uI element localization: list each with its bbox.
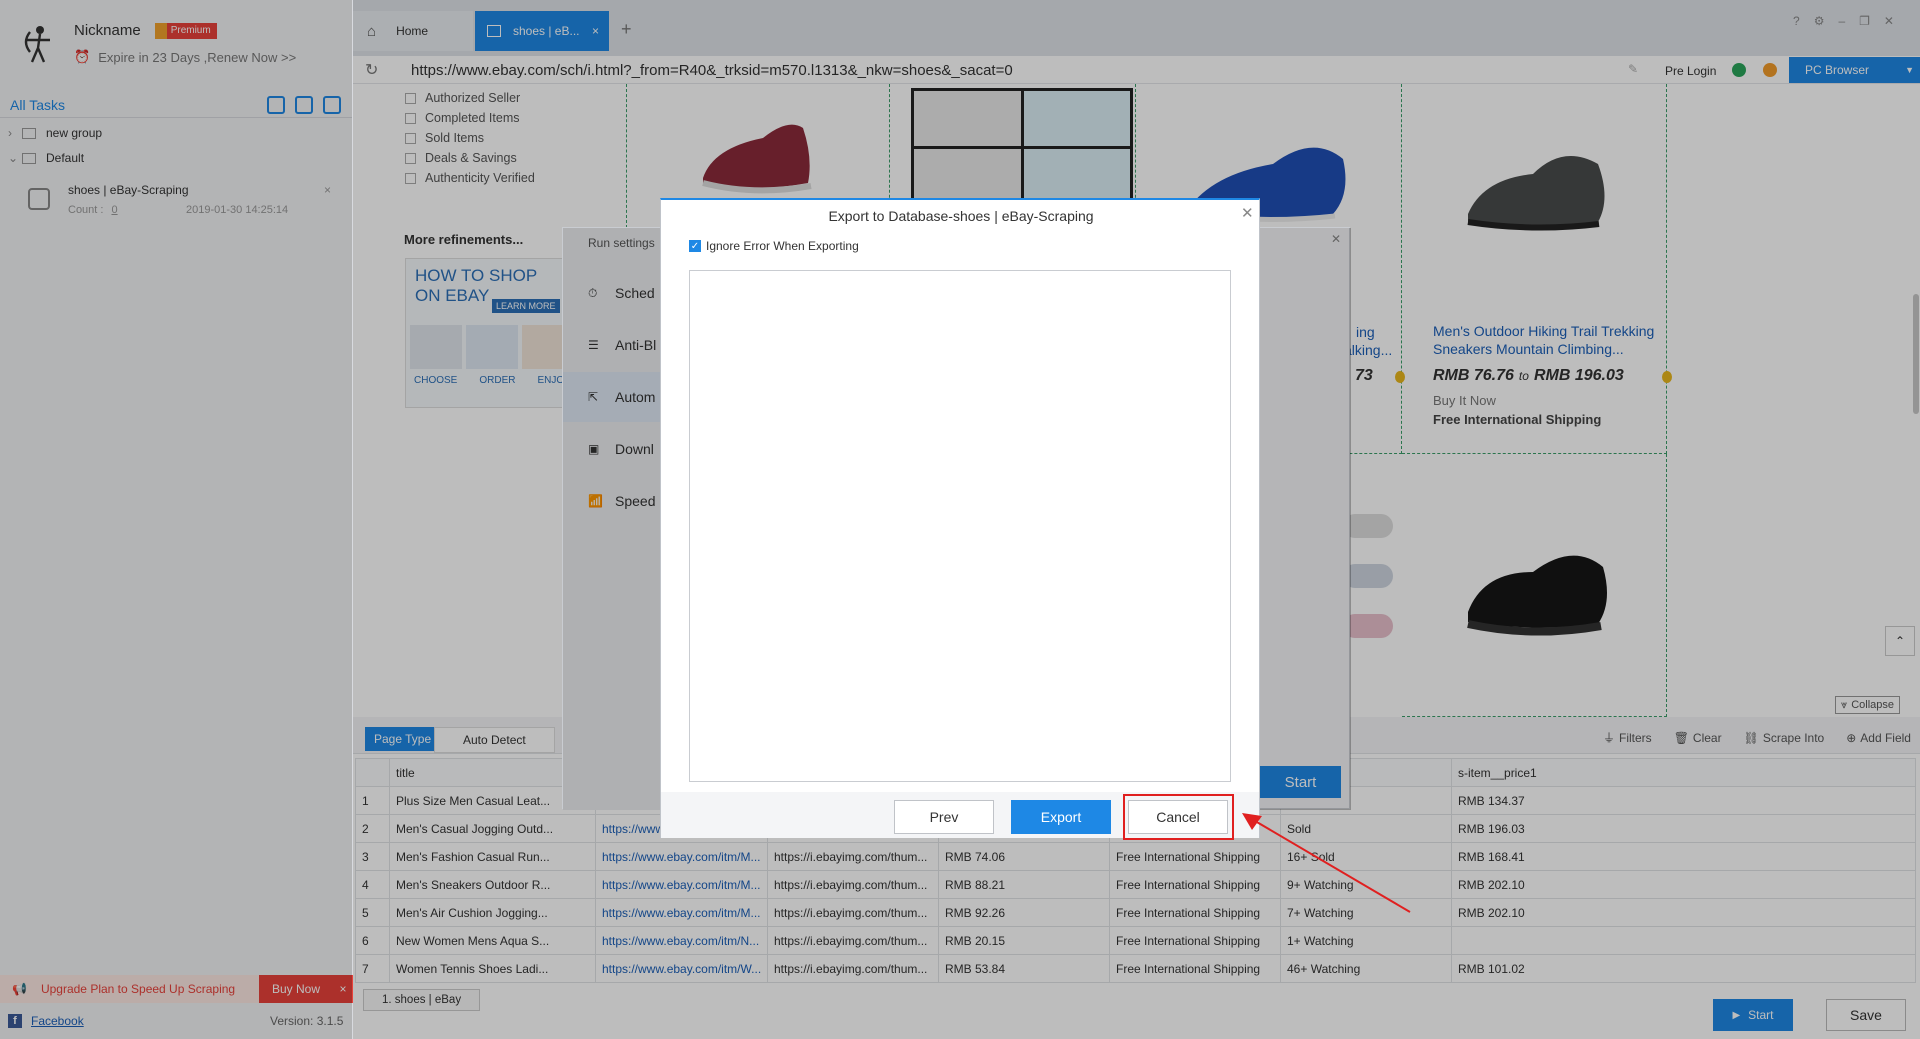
export-dialog: Export to Database-shoes | eBay-Scraping… [660, 198, 1260, 840]
close-icon[interactable]: ✕ [1241, 204, 1254, 222]
checkbox-checked-icon: ✓ [689, 240, 701, 252]
sidebar: Nickname Premium ⏰ Expire in 23 Days ,Re… [0, 0, 353, 1039]
export-log-area[interactable] [689, 270, 1231, 782]
export-button[interactable]: Export [1011, 800, 1111, 834]
annotation-arrow [1240, 810, 1420, 920]
ignore-error-checkbox[interactable]: ✓ Ignore Error When Exporting [689, 239, 859, 253]
prev-button[interactable]: Prev [894, 800, 994, 834]
cancel-highlight-box [1123, 794, 1234, 840]
dialog-title: Export to Database-shoes | eBay-Scraping [828, 208, 1094, 224]
